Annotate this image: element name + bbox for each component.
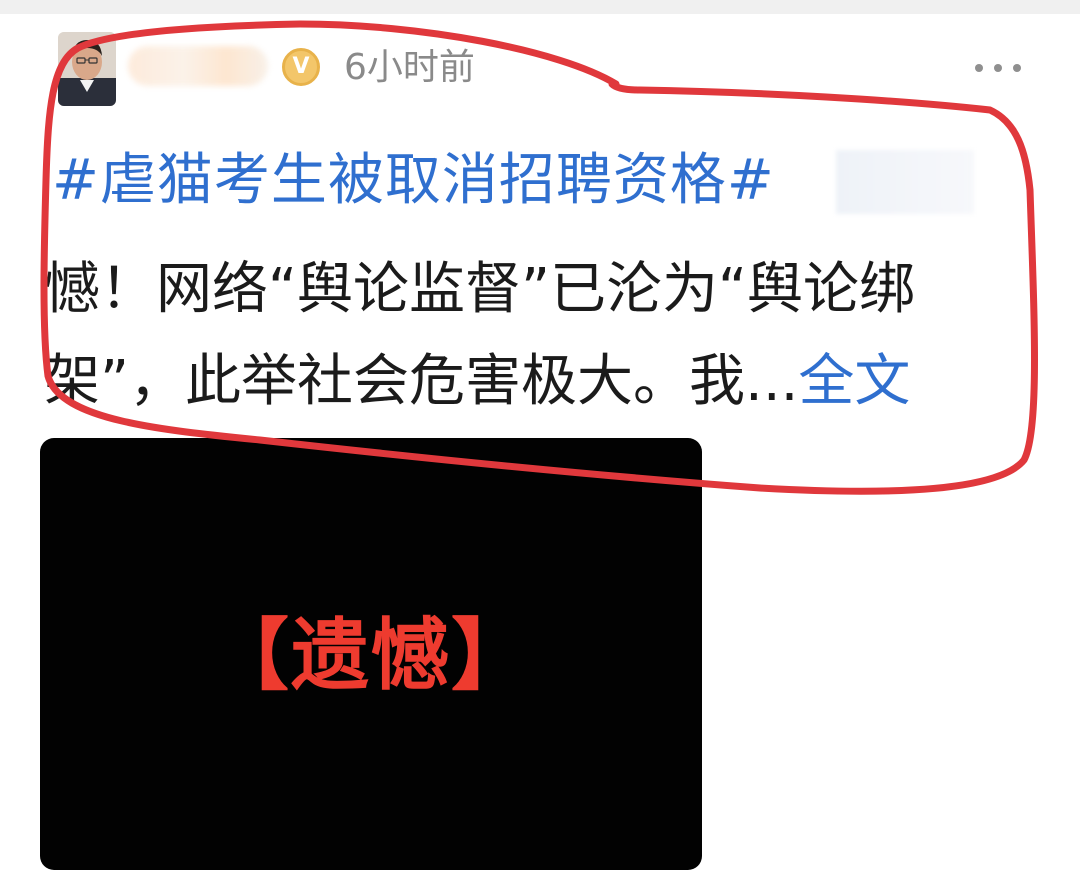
avatar-portrait: [58, 32, 116, 106]
post-body-text: 憾！网络“舆论监督”已沦为“舆论绑 架”，此举社会危害极大。我...全文: [44, 244, 1034, 428]
post-timestamp: 6小时前: [344, 47, 475, 88]
blurred-region: [836, 150, 974, 214]
author-avatar[interactable]: [58, 32, 116, 106]
post-image[interactable]: 【遗憾】: [40, 438, 702, 870]
image-caption-text: 【遗憾】: [210, 611, 531, 701]
more-dots-icon[interactable]: [972, 60, 1024, 76]
post-body-line-2: 架”，此举社会危害极大。我...全文: [44, 336, 1034, 428]
post-body-line-1: 憾！网络“舆论监督”已沦为“舆论绑: [44, 257, 916, 322]
verified-v-icon: V: [282, 48, 320, 86]
full-text-link[interactable]: 全文: [798, 349, 910, 414]
post-body-line-2-text: 架”，此举社会危害极大。我...: [44, 349, 799, 414]
top-divider-strip: [0, 0, 1080, 14]
author-name-blurred[interactable]: [128, 46, 268, 86]
hashtag-link[interactable]: #虐猫考生被取消招聘资格#: [52, 148, 775, 214]
